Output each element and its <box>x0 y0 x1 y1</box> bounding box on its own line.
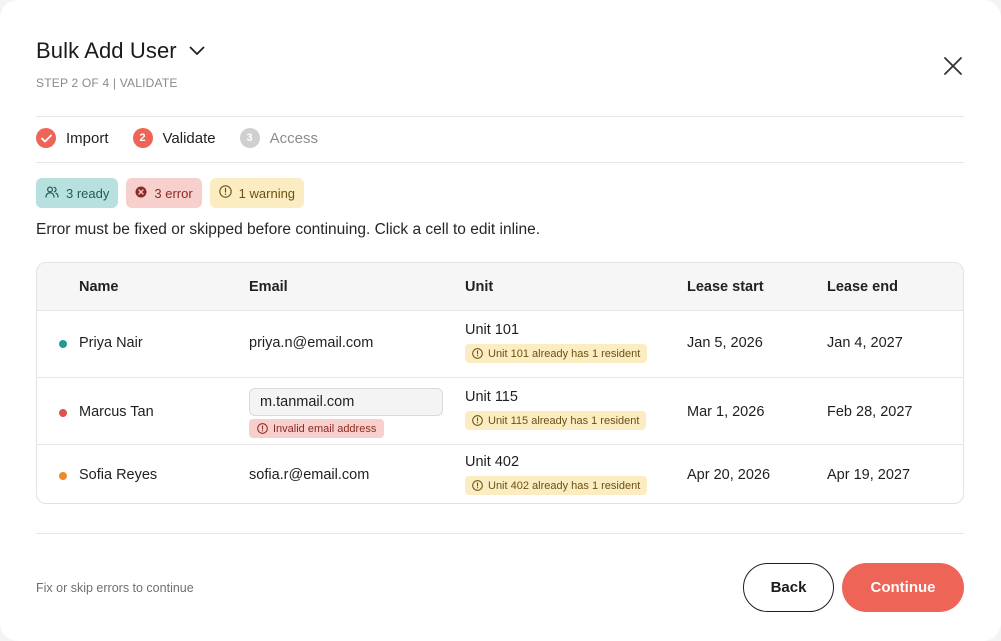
table-row: Sofia Reyes sofia.r@email.com Unit 402 U… <box>37 445 963 503</box>
table-header: Name Email Unit Lease start Lease end <box>37 263 963 311</box>
check-icon <box>36 128 56 148</box>
error-badge-label: 3 error <box>154 185 193 201</box>
back-button[interactable]: Back <box>743 563 834 612</box>
lease-end-cell[interactable]: Apr 19, 2027 <box>827 467 910 483</box>
step-validate[interactable]: 2 Validate <box>132 128 216 148</box>
close-icon[interactable] <box>941 54 965 78</box>
error-badge[interactable]: 3 error <box>126 178 202 208</box>
status-dot-error <box>59 409 67 417</box>
instructions-text: Error must be fixed or skipped before co… <box>36 221 540 238</box>
step-subtitle: STEP 2 OF 4 | VALIDATE <box>36 76 178 90</box>
warning-badge[interactable]: 1 warning <box>209 178 305 208</box>
ready-badge[interactable]: 3 ready <box>36 178 119 208</box>
unit-warning: Unit 115 already has 1 resident <box>465 411 647 430</box>
warning-badge-label: 1 warning <box>238 185 296 201</box>
ready-badge-label: 3 ready <box>66 185 110 201</box>
step-import[interactable]: Import <box>36 128 109 148</box>
validation-table: Name Email Unit Lease start Lease end Pr… <box>36 262 964 504</box>
table-row: Priya Nair priya.n@email.com Unit 101 Un… <box>37 311 963 378</box>
unit-warning: Unit 101 already has 1 resident <box>465 344 648 363</box>
status-dot-warning <box>59 472 67 480</box>
bulk-add-user-modal: Bulk Add User STEP 2 OF 4 | VALIDATE Imp… <box>0 0 1001 641</box>
unit-warning-text: Unit 101 already has 1 resident <box>488 347 641 360</box>
header-lease-end: Lease end <box>827 279 898 295</box>
unit-cell[interactable]: Unit 101 Unit 101 already has 1 resident <box>465 322 648 363</box>
modal-title: Bulk Add User <box>36 38 177 63</box>
chevron-down-icon[interactable] <box>189 43 205 59</box>
warning-icon <box>472 480 483 491</box>
warning-icon <box>218 185 232 201</box>
email-input[interactable] <box>249 388 443 416</box>
title-row: Bulk Add User <box>36 38 205 64</box>
email-cell: Invalid email address <box>249 388 443 438</box>
unit-value: Unit 402 <box>465 454 520 470</box>
step-access[interactable]: 3 Access <box>239 128 318 148</box>
email-cell[interactable]: priya.n@email.com <box>249 335 373 351</box>
unit-warning: Unit 402 already has 1 resident <box>465 476 648 495</box>
lease-end-cell[interactable]: Jan 4, 2027 <box>827 335 903 351</box>
lease-start-cell[interactable]: Apr 20, 2026 <box>687 467 770 483</box>
step-number: 3 <box>239 128 260 148</box>
step-label: Validate <box>162 129 216 147</box>
header-name: Name <box>79 279 119 295</box>
unit-cell[interactable]: Unit 115 Unit 115 already has 1 resident <box>465 389 647 430</box>
warning-icon <box>472 348 483 359</box>
table-row: Marcus Tan Invalid email address Unit 11… <box>37 378 963 445</box>
continue-button[interactable]: Continue <box>842 563 964 612</box>
stepper: Import 2 Validate 3 Access <box>36 128 318 148</box>
unit-value: Unit 101 <box>465 322 520 338</box>
footer-divider <box>36 533 964 534</box>
stepper-divider <box>36 162 964 163</box>
email-cell[interactable]: sofia.r@email.com <box>249 467 369 483</box>
error-x-icon <box>135 186 147 201</box>
lease-start-cell[interactable]: Mar 1, 2026 <box>687 404 764 420</box>
unit-warning-text: Unit 115 already has 1 resident <box>488 414 640 427</box>
name-cell[interactable]: Marcus Tan <box>79 404 154 420</box>
unit-cell[interactable]: Unit 402 Unit 402 already has 1 resident <box>465 454 648 495</box>
warning-icon <box>472 415 483 426</box>
step-label: Access <box>269 129 318 147</box>
header-lease-start: Lease start <box>687 279 764 295</box>
footer-note: Fix or skip errors to continue <box>36 581 194 595</box>
unit-value: Unit 115 <box>465 389 518 405</box>
lease-start-cell[interactable]: Jan 5, 2026 <box>687 335 763 351</box>
header-unit: Unit <box>465 279 494 295</box>
status-badges: 3 ready 3 error 1 warning <box>36 178 305 208</box>
error-icon <box>257 423 268 434</box>
header-divider <box>36 116 964 117</box>
name-cell[interactable]: Sofia Reyes <box>79 467 157 483</box>
email-error-text: Invalid email address <box>273 422 377 435</box>
unit-warning-text: Unit 402 already has 1 resident <box>488 479 641 492</box>
step-number: 2 <box>132 128 153 148</box>
name-cell[interactable]: Priya Nair <box>79 335 143 351</box>
status-dot-ready <box>59 340 67 348</box>
step-label: Import <box>66 129 109 147</box>
users-icon <box>45 185 59 201</box>
header-email: Email <box>249 279 288 295</box>
lease-end-cell[interactable]: Feb 28, 2027 <box>827 404 912 420</box>
email-error: Invalid email address <box>249 419 385 438</box>
